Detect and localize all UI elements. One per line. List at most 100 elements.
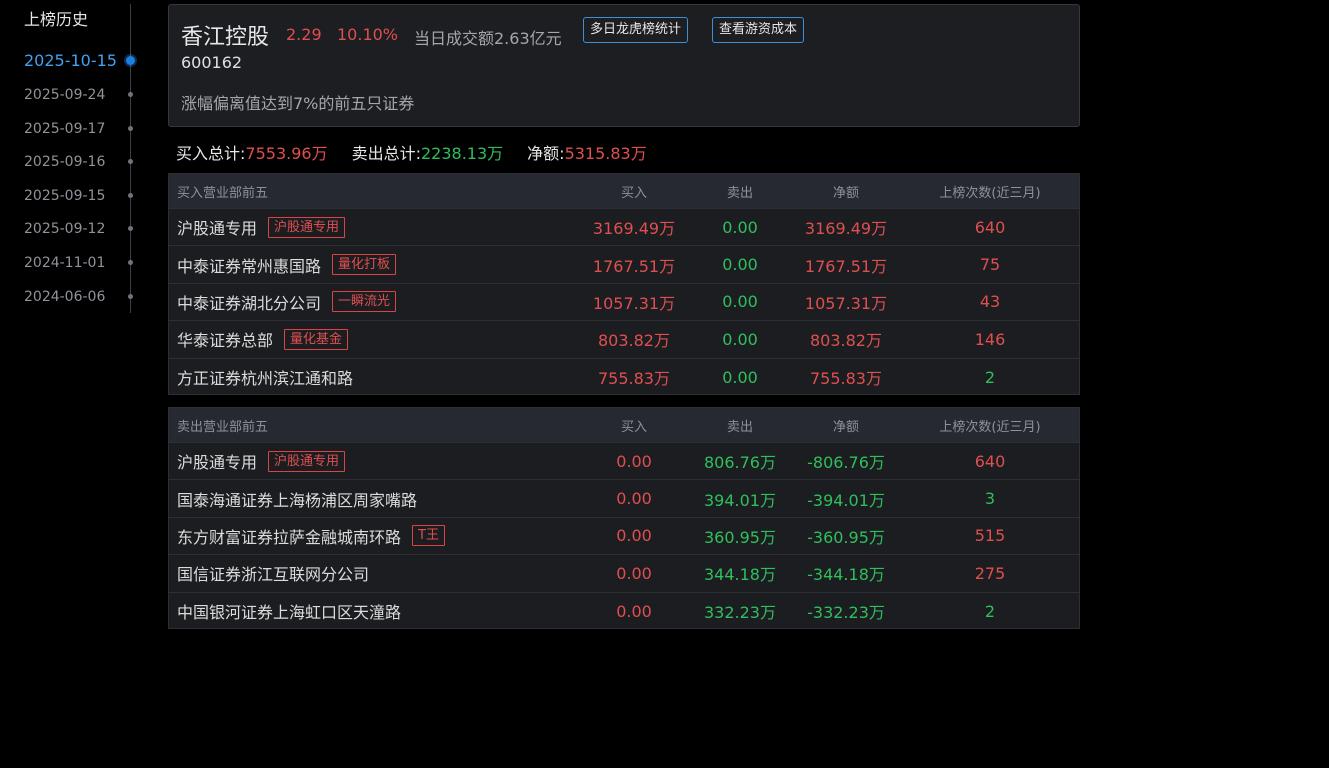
table-row[interactable]: 沪股通专用 沪股通专用 0.00 806.76万 -806.76万 640 bbox=[169, 443, 1079, 481]
buy-seats-table: 买入营业部前五 买入 卖出 净额 上榜次数(近三月) 沪股通专用 沪股通专用 316… bbox=[168, 173, 1080, 395]
timeline-dot-icon bbox=[128, 92, 133, 97]
seat-tag-badge: 沪股通专用 bbox=[268, 216, 346, 238]
net-amount: -344.18万 bbox=[807, 565, 885, 585]
timeline-dot-icon bbox=[128, 226, 133, 231]
table-body: 沪股通专用 沪股通专用 3169.49万 0.00 3169.49万 640 中泰证券常州惠… bbox=[169, 209, 1079, 396]
table-row[interactable]: 华泰证券总部 量化基金 803.82万 0.00 803.82万 146 bbox=[169, 321, 1079, 359]
seat-tag-badge: 一瞬流光 bbox=[332, 291, 397, 313]
stock-name: 香江控股 bbox=[181, 25, 270, 50]
sell-total-label: 卖出总计: bbox=[351, 144, 421, 163]
seat-cell: 东方财富证券拉萨金融城南环路 T王 bbox=[177, 518, 445, 554]
seat-cell: 华泰证券总部 量化基金 bbox=[177, 321, 349, 357]
seat-name[interactable]: 东方财富证券拉萨金融城南环路 bbox=[177, 524, 401, 548]
table-row[interactable]: 国信证券浙江互联网分公司 0.00 344.18万 -344.18万 275 bbox=[169, 555, 1079, 593]
seat-name[interactable]: 国信证券浙江互联网分公司 bbox=[177, 561, 369, 585]
net-total-label: 净额: bbox=[527, 144, 565, 163]
column-header-net: 净额 bbox=[832, 185, 859, 201]
listing-times: 43 bbox=[979, 292, 1001, 312]
history-sidebar: 上榜历史 2025-10-15 2025-09-24 2025-09-17 20… bbox=[0, 0, 140, 315]
listing-times: 75 bbox=[979, 255, 1001, 275]
history-date-item[interactable]: 2025-09-15 bbox=[0, 184, 140, 210]
history-date-item[interactable]: 2025-10-15 bbox=[0, 49, 140, 75]
listing-times: 640 bbox=[974, 217, 1006, 237]
listing-times: 2 bbox=[984, 367, 996, 387]
seat-cell: 中国银河证券上海虹口区天潼路 bbox=[177, 593, 401, 630]
history-date-item[interactable]: 2025-09-17 bbox=[0, 117, 140, 143]
table-row[interactable]: 中泰证券湖北分公司 一瞬流光 1057.31万 0.00 1057.31万 43 bbox=[169, 284, 1079, 322]
net-amount: -332.23万 bbox=[807, 603, 885, 623]
seat-name[interactable]: 中泰证券湖北分公司 bbox=[177, 290, 321, 314]
history-title: 上榜历史 bbox=[24, 10, 89, 29]
history-date: 2024-06-06 bbox=[24, 289, 106, 305]
buy-total-label: 买入总计: bbox=[176, 144, 246, 163]
seat-cell: 国泰海通证券上海杨浦区周家嘴路 bbox=[177, 480, 417, 516]
table-row[interactable]: 沪股通专用 沪股通专用 3169.49万 0.00 3169.49万 640 bbox=[169, 209, 1079, 247]
table-header: 卖出营业部前五 买入 卖出 净额 上榜次数(近三月) bbox=[169, 408, 1079, 443]
column-header-times: 上榜次数(近三月) bbox=[939, 185, 1041, 201]
seat-cell: 国信证券浙江互联网分公司 bbox=[177, 555, 369, 591]
table-row[interactable]: 中国银河证券上海虹口区天潼路 0.00 332.23万 -332.23万 2 bbox=[169, 593, 1079, 630]
seat-tag-badge: T王 bbox=[412, 525, 445, 547]
listing-reason: 涨幅偏离值达到7%的前五只证券 bbox=[181, 94, 415, 113]
history-date: 2025-09-17 bbox=[24, 121, 106, 137]
seat-cell: 中泰证券常州惠国路 量化打板 bbox=[177, 246, 397, 282]
history-date-item[interactable]: 2024-11-01 bbox=[0, 251, 140, 277]
history-date: 2025-10-15 bbox=[24, 51, 117, 70]
seat-name[interactable]: 中泰证券常州惠国路 bbox=[177, 253, 321, 277]
history-date: 2025-09-24 bbox=[24, 87, 106, 103]
net-amount: -806.76万 bbox=[807, 453, 885, 473]
column-header-net: 净额 bbox=[832, 419, 859, 435]
seat-name[interactable]: 中国银河证券上海虹口区天潼路 bbox=[177, 599, 401, 623]
history-date-item[interactable]: 2025-09-12 bbox=[0, 217, 140, 243]
net-amount: 3169.49万 bbox=[804, 219, 888, 239]
stock-change-pct: 10.10% bbox=[337, 25, 399, 44]
timeline-dot-icon bbox=[126, 56, 135, 65]
listing-times: 2 bbox=[984, 601, 996, 621]
stock-code: 600162 bbox=[181, 53, 243, 72]
timeline-dot-icon bbox=[128, 159, 133, 164]
history-date: 2025-09-12 bbox=[24, 221, 106, 237]
history-date: 2025-09-16 bbox=[24, 154, 106, 170]
history-date-item[interactable]: 2024-06-06 bbox=[0, 285, 140, 311]
net-amount: 755.83万 bbox=[810, 369, 882, 389]
listing-times: 275 bbox=[974, 563, 1006, 583]
multiday-stats-button[interactable]: 多日龙虎榜统计 bbox=[583, 17, 689, 43]
seat-cell: 沪股通专用 沪股通专用 bbox=[177, 209, 346, 245]
table-row[interactable]: 方正证券杭州滨江通和路 755.83万 0.00 755.83万 2 bbox=[169, 359, 1079, 396]
stock-turnover: 当日成交额2.63亿元 bbox=[414, 29, 562, 48]
table-row[interactable]: 中泰证券常州惠国路 量化打板 1767.51万 0.00 1767.51万 75 bbox=[169, 246, 1079, 284]
table-body: 沪股通专用 沪股通专用 0.00 806.76万 -806.76万 640 国泰海通证券上海… bbox=[169, 443, 1079, 630]
seat-name[interactable]: 国泰海通证券上海杨浦区周家嘴路 bbox=[177, 487, 417, 511]
listing-times: 3 bbox=[984, 489, 996, 509]
table-row[interactable]: 东方财富证券拉萨金融城南环路 T王 0.00 360.95万 -360.95万 515 bbox=[169, 518, 1079, 556]
table-row[interactable]: 国泰海通证券上海杨浦区周家嘴路 0.00 394.01万 -394.01万 3 bbox=[169, 480, 1079, 518]
stock-header-panel: 香江控股 2.29 10.10% 当日成交额2.63亿元 多日龙虎榜统计 查看游… bbox=[168, 4, 1080, 127]
net-amount: 803.82万 bbox=[810, 331, 882, 351]
seat-cell: 方正证券杭州滨江通和路 bbox=[177, 359, 353, 396]
history-date: 2024-11-01 bbox=[24, 255, 106, 271]
net-amount: 1057.31万 bbox=[804, 293, 888, 313]
seat-name[interactable]: 华泰证券总部 bbox=[177, 327, 273, 351]
seat-name[interactable]: 方正证券杭州滨江通和路 bbox=[177, 365, 353, 389]
listing-times: 146 bbox=[974, 329, 1006, 349]
history-date: 2025-09-15 bbox=[24, 188, 106, 204]
buy-table-title: 买入营业部前五 bbox=[177, 185, 269, 201]
timeline-dot-icon bbox=[128, 294, 133, 299]
seat-cell: 中泰证券湖北分公司 一瞬流光 bbox=[177, 284, 397, 320]
history-date-item[interactable]: 2025-09-24 bbox=[0, 83, 140, 109]
seat-name[interactable]: 沪股通专用 bbox=[177, 449, 257, 473]
timeline-dot-icon bbox=[128, 126, 133, 131]
net-total-value: 5315.83万 bbox=[564, 144, 647, 163]
table-header: 买入营业部前五 买入 卖出 净额 上榜次数(近三月) bbox=[169, 174, 1079, 209]
totals-summary: 买入总计:7553.96万 卖出总计:2238.13万 净额:5315.83万 bbox=[176, 140, 647, 164]
history-date-item[interactable]: 2025-09-16 bbox=[0, 150, 140, 176]
timeline-dot-icon bbox=[128, 260, 133, 265]
seat-tag-badge: 量化打板 bbox=[332, 254, 397, 276]
net-amount: -394.01万 bbox=[807, 490, 885, 510]
stock-price: 2.29 bbox=[286, 25, 322, 44]
listing-times: 640 bbox=[974, 451, 1006, 471]
seat-cell: 沪股通专用 沪股通专用 bbox=[177, 443, 346, 479]
trader-cost-button[interactable]: 查看游资成本 bbox=[712, 17, 805, 43]
seat-name[interactable]: 沪股通专用 bbox=[177, 215, 257, 239]
column-header-times: 上榜次数(近三月) bbox=[939, 419, 1041, 435]
